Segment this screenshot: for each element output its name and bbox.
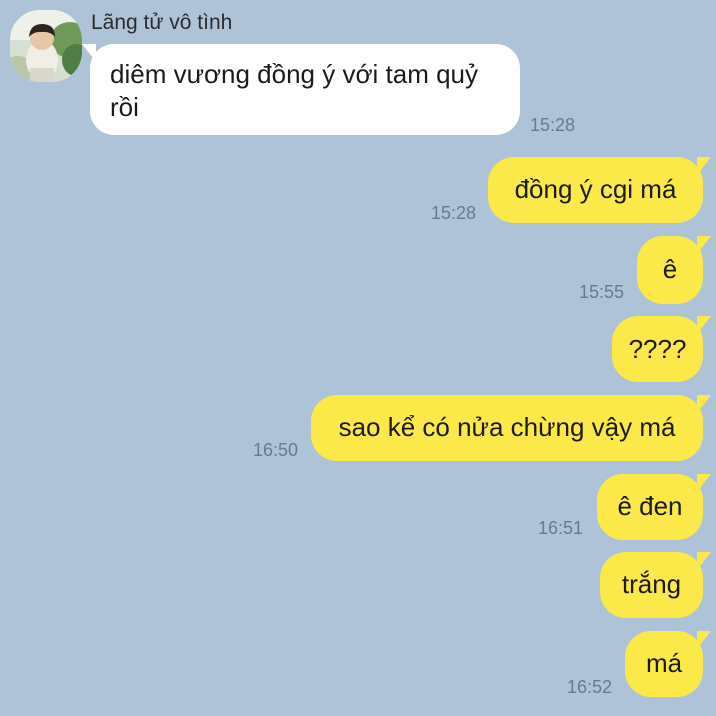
outgoing-message-bubble[interactable]: má [625, 631, 711, 697]
message-text: rồi [110, 92, 139, 122]
outgoing-message-bubble[interactable]: đồng ý cgi má [488, 157, 711, 223]
sender-name: Lãng tử vô tình [91, 11, 233, 34]
outgoing-message-bubble[interactable]: ???? [612, 316, 711, 382]
message-text: trắng [621, 569, 682, 599]
bubble-tail [697, 474, 711, 492]
message-text: diêm vương đồng ý với tam quỷ [110, 59, 478, 89]
message-timestamp: 16:50 [253, 440, 299, 460]
bubble-tail [697, 157, 711, 175]
message-text: ê [662, 254, 678, 284]
message-text: ???? [628, 334, 687, 364]
bubble-tail [82, 44, 96, 62]
outgoing-message-bubble[interactable]: ê [637, 236, 711, 304]
message-timestamp: 15:28 [530, 115, 576, 135]
incoming-message-bubble[interactable]: diêm vương đồng ý với tam quỷ rồi [82, 44, 520, 135]
avatar-photo-icon [10, 10, 82, 82]
message-timestamp: 15:28 [431, 203, 477, 223]
message-text: ê đen [617, 491, 683, 521]
outgoing-message-bubble[interactable]: ê đen [597, 474, 711, 540]
message-text: sao kể có nửa chừng vậy má [338, 412, 676, 442]
outgoing-message-bubble[interactable]: sao kể có nửa chừng vậy má [311, 395, 711, 461]
message-timestamp: 16:51 [538, 518, 584, 538]
message-text: đồng ý cgi má [514, 174, 677, 204]
bubble-tail [697, 395, 711, 413]
bubble-tail [697, 631, 711, 649]
chat-area: Lãng tử vô tình diêm vương đồng ý với ta… [0, 0, 716, 716]
bubble-tail [697, 316, 711, 334]
outgoing-message-bubble[interactable]: trắng [600, 552, 711, 618]
message-text: má [645, 648, 683, 678]
bubble-tail [697, 236, 711, 254]
message-timestamp: 16:52 [567, 677, 613, 697]
bubble-tail [697, 552, 711, 570]
message-timestamp: 15:55 [579, 282, 625, 302]
contact-avatar[interactable] [10, 10, 82, 82]
